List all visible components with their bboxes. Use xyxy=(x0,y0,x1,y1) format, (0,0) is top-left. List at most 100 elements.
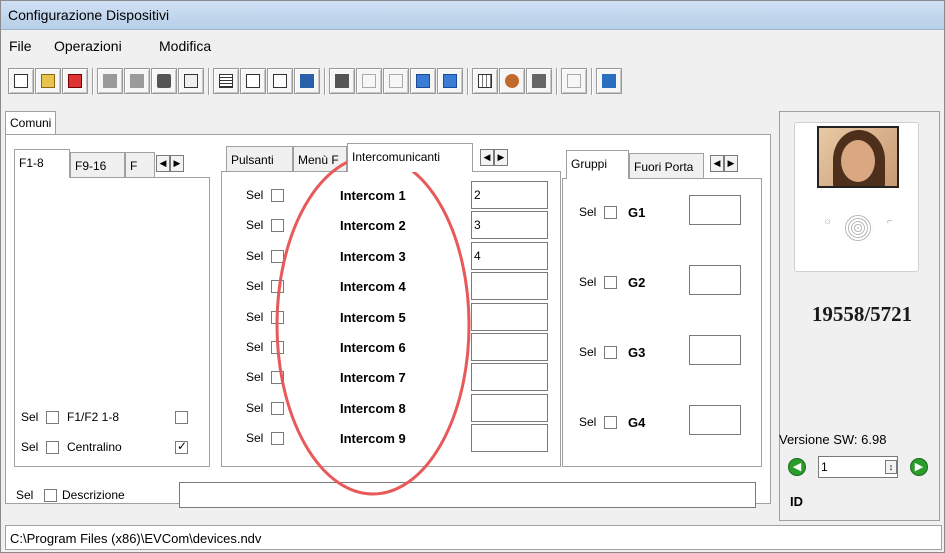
id-label: ID xyxy=(790,494,803,509)
highlight-ellipse xyxy=(275,154,471,496)
sel-label: Sel xyxy=(246,431,264,446)
check-icon[interactable] xyxy=(410,68,436,94)
centralino-checkbox[interactable] xyxy=(175,439,188,454)
menu-modifica[interactable]: Modifica xyxy=(159,38,211,54)
menu-operazioni[interactable]: Operazioni xyxy=(54,38,122,54)
title-bar: Configurazione Dispositivi xyxy=(1,1,944,30)
paste-icon[interactable] xyxy=(329,68,355,94)
groups-pane: Sel G1 Sel G2 Sel G3 Sel G4 xyxy=(562,178,762,467)
sel-label: Sel xyxy=(246,340,264,354)
import-icon[interactable] xyxy=(62,68,88,94)
group-sel-checkbox[interactable] xyxy=(604,276,617,289)
previous-arrow-icon[interactable]: ◀ xyxy=(788,458,806,476)
sel-label: Sel xyxy=(246,370,264,385)
group-sel-checkbox[interactable] xyxy=(604,416,617,429)
sel-label: Sel xyxy=(579,275,597,289)
sel-label: Sel xyxy=(246,218,264,233)
tab-scroll-left[interactable]: ◀ xyxy=(156,155,170,172)
intercom-value-input[interactable] xyxy=(471,333,548,361)
undo-icon[interactable] xyxy=(356,68,382,94)
sel-label: Sel xyxy=(246,279,264,294)
menu-bar: File Operazioni Modifica xyxy=(1,31,944,61)
app-window: Configurazione Dispositivi File Operazio… xyxy=(0,0,945,553)
intercom-value-input[interactable] xyxy=(471,211,548,240)
group-sel-checkbox[interactable] xyxy=(604,346,617,359)
users-icon[interactable] xyxy=(499,68,525,94)
device-screen xyxy=(817,126,899,188)
description-label: Descrizione xyxy=(62,488,125,502)
exit-icon[interactable] xyxy=(596,68,622,94)
tab-f-more[interactable]: F xyxy=(125,152,155,178)
open-icon[interactable] xyxy=(35,68,61,94)
sel-label: Sel xyxy=(246,248,264,263)
group-label: G2 xyxy=(628,275,646,290)
table-icon[interactable] xyxy=(472,68,498,94)
save-all-icon[interactable] xyxy=(124,68,150,94)
f1f2-checkbox[interactable] xyxy=(175,411,188,424)
software-version: Versione SW: 6.98 xyxy=(779,432,887,447)
print-preview-icon[interactable] xyxy=(178,68,204,94)
intercom-value-input[interactable] xyxy=(471,424,548,453)
group-value-input[interactable] xyxy=(689,405,741,435)
new-icon[interactable] xyxy=(8,68,34,94)
group-value-input[interactable] xyxy=(689,195,741,225)
toolbar xyxy=(1,65,944,101)
redo-icon[interactable] xyxy=(383,68,409,94)
sel-label: Sel xyxy=(246,400,264,415)
tab-scroll-right[interactable]: ▶ xyxy=(724,155,738,172)
id-spinner[interactable]: ↕ xyxy=(885,460,897,474)
tab-scroll-left[interactable]: ◀ xyxy=(710,155,724,172)
intercom-value-input[interactable] xyxy=(471,241,548,270)
left-tab-pane: Sel F1/F2 1-8 Sel Centralino xyxy=(14,177,210,467)
tab-scroll-right[interactable]: ▶ xyxy=(170,155,184,172)
sel-checkbox[interactable] xyxy=(46,441,59,454)
group-label: G3 xyxy=(628,345,646,360)
group-label: G4 xyxy=(628,415,646,430)
group-label: G1 xyxy=(628,205,646,220)
intercom-value-input[interactable] xyxy=(471,363,548,392)
tab-fuori-porta[interactable]: Fuori Porta xyxy=(629,153,704,179)
save-icon[interactable] xyxy=(97,68,123,94)
description-sel-checkbox[interactable] xyxy=(44,489,57,502)
tab-f1-8[interactable]: F1-8 xyxy=(14,149,70,178)
tab-scroll-left[interactable]: ◀ xyxy=(480,149,494,166)
status-bar: C:\Program Files (x86)\EVCom\devices.ndv xyxy=(5,525,942,550)
print-icon[interactable] xyxy=(151,68,177,94)
intercom-value-input[interactable] xyxy=(471,393,548,422)
intercom-value-input[interactable] xyxy=(471,272,548,301)
menu-file[interactable]: File xyxy=(9,38,32,54)
sel-label: Sel xyxy=(21,440,39,454)
tab-f9-16[interactable]: F9-16 xyxy=(70,152,125,178)
window-title: Configurazione Dispositivi xyxy=(8,7,170,23)
intercom-value-input[interactable] xyxy=(471,181,548,209)
sel-label: Sel xyxy=(246,188,264,202)
tab-intercomunicanti[interactable]: Intercomunicanti xyxy=(347,143,473,172)
tab-gruppi[interactable]: Gruppi xyxy=(566,150,629,179)
alert-icon[interactable] xyxy=(437,68,463,94)
device-model: 19558/5721 xyxy=(811,302,913,326)
group-value-input[interactable] xyxy=(689,265,741,295)
device-image: ☼ ⌐ xyxy=(794,122,919,272)
f1f2-label: F1/F2 1-8 xyxy=(67,410,120,424)
sel-checkbox[interactable] xyxy=(46,411,59,424)
sel-label: Sel xyxy=(21,410,39,424)
sel-label: Sel xyxy=(16,488,34,502)
tools-icon[interactable] xyxy=(561,68,587,94)
group-sel-checkbox[interactable] xyxy=(604,206,617,219)
centralino-label: Centralino xyxy=(67,440,122,454)
intercom-value-input[interactable] xyxy=(471,302,548,331)
sel-label: Sel xyxy=(579,205,597,219)
book-icon[interactable] xyxy=(526,68,552,94)
list-icon[interactable] xyxy=(213,68,239,94)
export-icon[interactable] xyxy=(240,68,266,94)
next-arrow-icon[interactable]: ▶ xyxy=(910,458,928,476)
key-icon: ⌐ xyxy=(887,216,893,227)
group-value-input[interactable] xyxy=(689,335,741,365)
file-path: C:\Program Files (x86)\EVCom\devices.ndv xyxy=(10,531,262,546)
tab-scroll-right[interactable]: ▶ xyxy=(494,149,508,166)
edit-icon[interactable] xyxy=(267,68,293,94)
copy-config-icon[interactable] xyxy=(294,68,320,94)
device-side-panel: ☼ ⌐ 19558/5721 Versione SW: 6.98 ◀ ↕ ▶ I… xyxy=(779,111,940,521)
sel-label: Sel xyxy=(579,415,597,429)
tab-comuni[interactable]: Comuni xyxy=(5,111,57,135)
